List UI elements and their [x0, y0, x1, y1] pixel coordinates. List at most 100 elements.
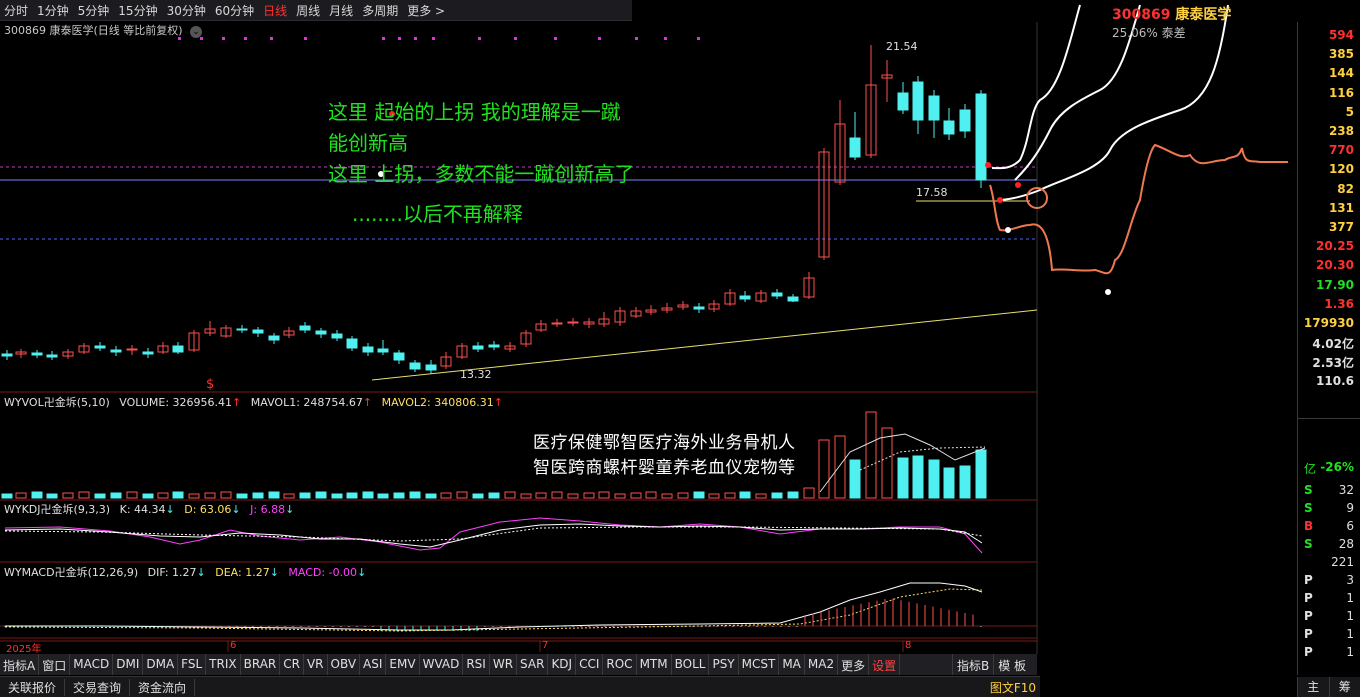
volume-bar [188, 493, 200, 499]
support-price-label: 17.58 [916, 186, 948, 199]
indicator-tab[interactable]: ROC [603, 654, 637, 675]
indicator-tab[interactable]: FSL [178, 654, 207, 675]
indicator-tab[interactable]: MCST [739, 654, 780, 675]
period-tab[interactable]: 多周期 [362, 2, 398, 19]
volume-bar [504, 491, 516, 499]
panel-bottom-button[interactable]: 筹 [1328, 677, 1360, 697]
period-tab[interactable]: 月线 [329, 2, 353, 19]
kdj-indicator-header[interactable]: WYKDJ卍金坼(9,3,3) K: 44.34↓ D: 63.06↓ J: 6… [4, 501, 294, 517]
indicator-tab-right[interactable]: 指标B [952, 654, 993, 675]
kline-chart-canvas[interactable] [0, 0, 1360, 697]
period-tab[interactable]: 分时 [4, 2, 28, 19]
volume-bar [849, 459, 861, 499]
candle-body [409, 362, 421, 370]
volume-bar [865, 411, 877, 499]
indicator-tab[interactable]: CCI [576, 654, 604, 675]
indicator-tab[interactable]: OBV [328, 654, 361, 675]
volume-bar [425, 493, 437, 499]
indicator-tab[interactable]: BOLL [672, 654, 710, 675]
trade-side: B [1304, 519, 1314, 533]
overlay-name: 康泰医学 [1175, 7, 1232, 23]
indicator-tab[interactable]: MTM [637, 654, 672, 675]
f10-button[interactable]: 图文F10 [990, 679, 1036, 696]
signal-dot [635, 37, 638, 40]
indicator-tab[interactable]: 指标A [0, 654, 40, 675]
indicator-tab[interactable]: MA2 [805, 654, 839, 675]
panel-bottom-tabs: 主筹 [1297, 677, 1360, 697]
candle-body [377, 348, 389, 353]
indicator-tab[interactable]: RSI [463, 654, 490, 675]
indicator-tab[interactable]: KDJ [548, 654, 577, 675]
signal-dot-row [178, 37, 700, 40]
indicator-tab[interactable]: VR [304, 654, 328, 675]
indicator-tab[interactable]: WVAD [420, 654, 464, 675]
candle-body [252, 329, 264, 334]
annotation-line-3: 这里 上拐，多数不能一蹴创新高了 [328, 162, 635, 186]
candle-body [912, 81, 924, 121]
bottom-tab[interactable]: 资金流向 [130, 678, 196, 696]
trade-side: S [1304, 483, 1313, 497]
period-tab[interactable]: 周线 [296, 2, 320, 19]
trade-count: 1 [1346, 591, 1354, 605]
dollar-marker-icon: $ [206, 377, 215, 392]
indicator-tab[interactable]: WR [490, 654, 518, 675]
period-tab[interactable]: 1分钟 [37, 2, 69, 19]
indicator-tab[interactable]: PSY [709, 654, 739, 675]
candle-body [849, 137, 861, 158]
candle-body [110, 349, 122, 353]
quote-value: 377 [1328, 220, 1354, 234]
signal-dot [222, 37, 225, 40]
mavol1-value: MAVOL1: 248754.67 [250, 396, 363, 409]
date-label-june: 6 [230, 640, 237, 651]
period-tab[interactable]: 更多 > [407, 2, 445, 19]
indicator-tab[interactable]: DMA [143, 654, 179, 675]
kdj-j-value: J: 6.88 [250, 503, 286, 516]
overlay-subtext: 25.06% 泰差 [1112, 26, 1186, 40]
indicator-tab[interactable]: BRAR [241, 654, 281, 675]
indicator-tab-right[interactable]: 模 板 [993, 654, 1030, 675]
sector-tags-line-1: 医疗保健鄂智医疗海外业务骨机人 [533, 433, 796, 453]
trade-side: P [1304, 591, 1313, 605]
indicator-tab[interactable]: 设置 [869, 654, 901, 675]
indicator-tab[interactable]: CR [280, 654, 304, 675]
indicator-tab[interactable]: ASI [360, 654, 387, 675]
indicator-tab[interactable]: EMV [386, 654, 420, 675]
chevron-down-icon[interactable]: ⌄ [190, 26, 203, 38]
trade-row: B6 [1304, 519, 1354, 533]
period-tab[interactable]: 15分钟 [118, 2, 157, 19]
period-tab[interactable]: 30分钟 [167, 2, 206, 19]
indicator-tab[interactable]: MA [779, 654, 805, 675]
trade-count: 1 [1346, 609, 1354, 623]
volume-bar [535, 492, 547, 499]
candle-body [94, 345, 106, 349]
macd-indicator-header[interactable]: WYMACD卍金坼(12,26,9) DIF: 1.27↓ DEA: 1.27↓… [4, 564, 366, 580]
volume-indicator-header[interactable]: WYVOL卍金坼(5,10) VOLUME: 326956.41↑ MAVOL1… [4, 394, 503, 410]
volume-bar [110, 492, 122, 499]
volume-bar [959, 465, 971, 499]
bottom-tab[interactable]: 交易查询 [65, 678, 131, 696]
signal-dot [664, 37, 667, 40]
volume-bar [126, 491, 138, 499]
bottom-tab[interactable]: 关联报价 [0, 678, 66, 696]
macd-lines [0, 582, 1037, 632]
indicator-tab[interactable]: TRIX [206, 654, 241, 675]
indicator-tab[interactable]: SAR [517, 654, 549, 675]
candle-body [362, 346, 374, 353]
quote-value: 385 [1328, 47, 1354, 62]
volume-bar [377, 493, 389, 499]
candle-body [739, 295, 751, 300]
indicator-tab[interactable]: 窗口 [39, 654, 71, 675]
panel-bottom-button[interactable]: 主 [1297, 677, 1329, 697]
period-tab[interactable]: 日线 [263, 2, 287, 19]
trade-count: 221 [1331, 555, 1354, 569]
signal-dot [697, 37, 700, 40]
signal-dot [382, 37, 385, 40]
indicator-tab[interactable]: MACD [70, 654, 114, 675]
period-tab[interactable]: 5分钟 [78, 2, 110, 19]
indicator-tab[interactable]: DMI [113, 654, 144, 675]
candle-body [975, 93, 987, 181]
indicator-tab[interactable]: 更多 [838, 654, 870, 675]
volume-bar [15, 492, 27, 499]
period-tab[interactable]: 60分钟 [215, 2, 254, 19]
candle-body [31, 352, 43, 356]
